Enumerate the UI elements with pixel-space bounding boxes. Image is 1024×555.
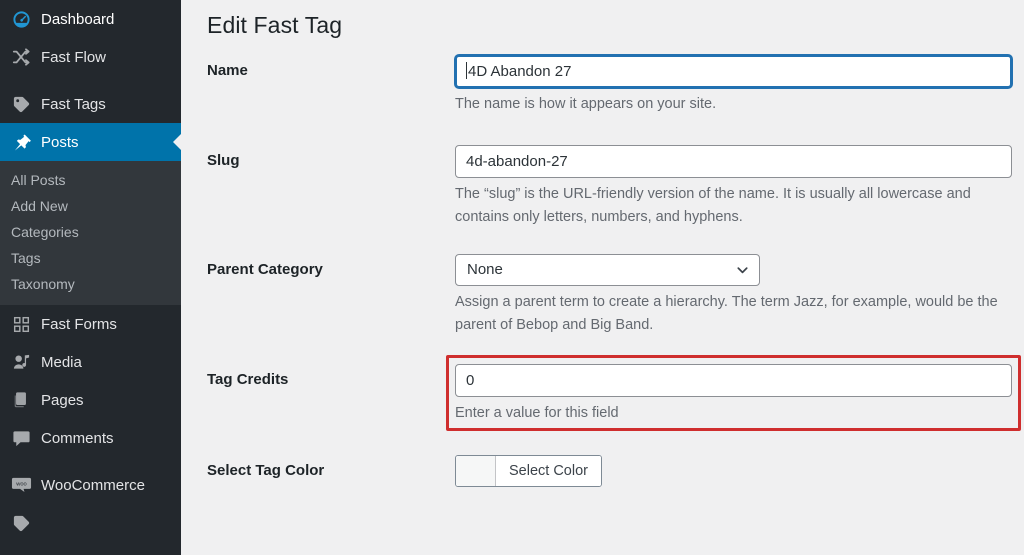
tag-icon xyxy=(10,93,32,115)
field-row-name: Name 4D Abandon 27 The name is how it ap… xyxy=(207,54,1012,115)
sidebar-item-label: Posts xyxy=(41,133,79,151)
slug-help-text: The “slug” is the URL-friendly version o… xyxy=(455,186,971,225)
main-content: Edit Fast Tag Name 4D Abandon 27 The nam… xyxy=(181,0,1024,555)
sidebar-divider-2 xyxy=(0,457,181,466)
woocommerce-icon: woo xyxy=(10,474,32,496)
sidebar-item-fast-forms[interactable]: Fast Forms xyxy=(0,305,181,343)
parent-category-label: Parent Category xyxy=(207,261,323,279)
slug-input-value: 4d-abandon-27 xyxy=(466,153,568,171)
sidebar-item-comments[interactable]: Comments xyxy=(0,419,181,457)
name-input-value: 4D Abandon 27 xyxy=(468,62,572,80)
field-row-tag-credits: Tag Credits 0 Enter a value for this fie… xyxy=(207,355,1021,431)
parent-category-help-text: Assign a parent term to create a hierarc… xyxy=(455,294,998,333)
field-row-parent-category: Parent Category None Assign a parent ter… xyxy=(207,254,1012,336)
slug-label: Slug xyxy=(207,152,240,170)
sidebar-item-label: Fast Forms xyxy=(41,315,117,333)
sidebar-item-label: Pages xyxy=(41,391,84,409)
tag-credits-field-group: 0 Enter a value for this field xyxy=(446,355,1021,431)
sidebar-item-label: Dashboard xyxy=(41,10,115,28)
parent-category-select[interactable]: None xyxy=(455,254,760,287)
wordpress-admin-screen: Dashboard Fast Flow Fast Tags Posts All … xyxy=(0,0,1024,555)
color-swatch xyxy=(456,455,496,486)
sidebar-item-label: WooCommerce xyxy=(41,476,145,494)
sidebar-item-dashboard[interactable]: Dashboard xyxy=(0,0,181,38)
page-title: Edit Fast Tag xyxy=(207,12,343,38)
sidebar-item-media[interactable]: Media xyxy=(0,343,181,381)
sidebar-divider xyxy=(0,76,181,85)
sidebar-item-label: Media xyxy=(41,353,82,371)
sidebar-item-label: Fast Tags xyxy=(41,95,106,113)
sidebar-item-posts[interactable]: Posts xyxy=(0,123,181,161)
dashboard-icon xyxy=(10,8,32,30)
sidebar-item-add-new[interactable]: Add New xyxy=(0,193,181,219)
tag-icon-partial xyxy=(10,512,32,534)
select-color-button[interactable]: Select Color xyxy=(455,454,602,487)
sidebar-item-label: Comments xyxy=(41,429,114,447)
tag-credits-value: 0 xyxy=(466,372,475,390)
sidebar-item-woocommerce[interactable]: woo WooCommerce xyxy=(0,466,181,504)
name-input[interactable]: 4D Abandon 27 xyxy=(455,54,1012,88)
svg-text:woo: woo xyxy=(15,481,27,487)
select-tag-color-label: Select Tag Color xyxy=(207,461,325,479)
name-help-text: The name is how it appears on your site. xyxy=(455,95,717,112)
media-icon xyxy=(10,351,32,373)
field-row-slug: Slug 4d-abandon-27 The “slug” is the URL… xyxy=(207,145,1012,228)
posts-submenu: All Posts Add New Categories Tags Taxono… xyxy=(0,161,181,305)
field-row-select-tag-color: Select Tag Color Select Color xyxy=(207,454,1012,491)
sidebar-item-taxonomy[interactable]: Taxonomy xyxy=(0,271,181,297)
slug-input[interactable]: 4d-abandon-27 xyxy=(455,145,1012,179)
comment-icon xyxy=(10,427,32,449)
sidebar-item-all-posts[interactable]: All Posts xyxy=(0,167,181,193)
grid-icon xyxy=(10,313,32,335)
sidebar-item-fast-flow[interactable]: Fast Flow xyxy=(0,38,181,76)
sidebar-item-categories[interactable]: Categories xyxy=(0,219,181,245)
sidebar-item-fast-tags[interactable]: Fast Tags xyxy=(0,85,181,123)
chevron-down-icon xyxy=(735,263,750,278)
parent-category-value: None xyxy=(467,261,503,279)
text-caret xyxy=(466,61,467,79)
sidebar-item-tags[interactable]: Tags xyxy=(0,245,181,271)
admin-sidebar: Dashboard Fast Flow Fast Tags Posts All … xyxy=(0,0,181,555)
sidebar-item-pages[interactable]: Pages xyxy=(0,381,181,419)
sidebar-item-partial[interactable] xyxy=(0,504,181,542)
pages-icon xyxy=(10,389,32,411)
shuffle-icon xyxy=(10,46,32,68)
tag-credits-label: Tag Credits xyxy=(207,371,289,389)
select-color-button-label: Select Color xyxy=(496,455,601,486)
name-label: Name xyxy=(207,61,248,79)
sidebar-item-label: Fast Flow xyxy=(41,48,107,66)
tag-credits-input[interactable]: 0 xyxy=(455,364,1012,398)
pin-icon xyxy=(10,131,32,153)
tag-credits-help-text: Enter a value for this field xyxy=(455,405,619,422)
